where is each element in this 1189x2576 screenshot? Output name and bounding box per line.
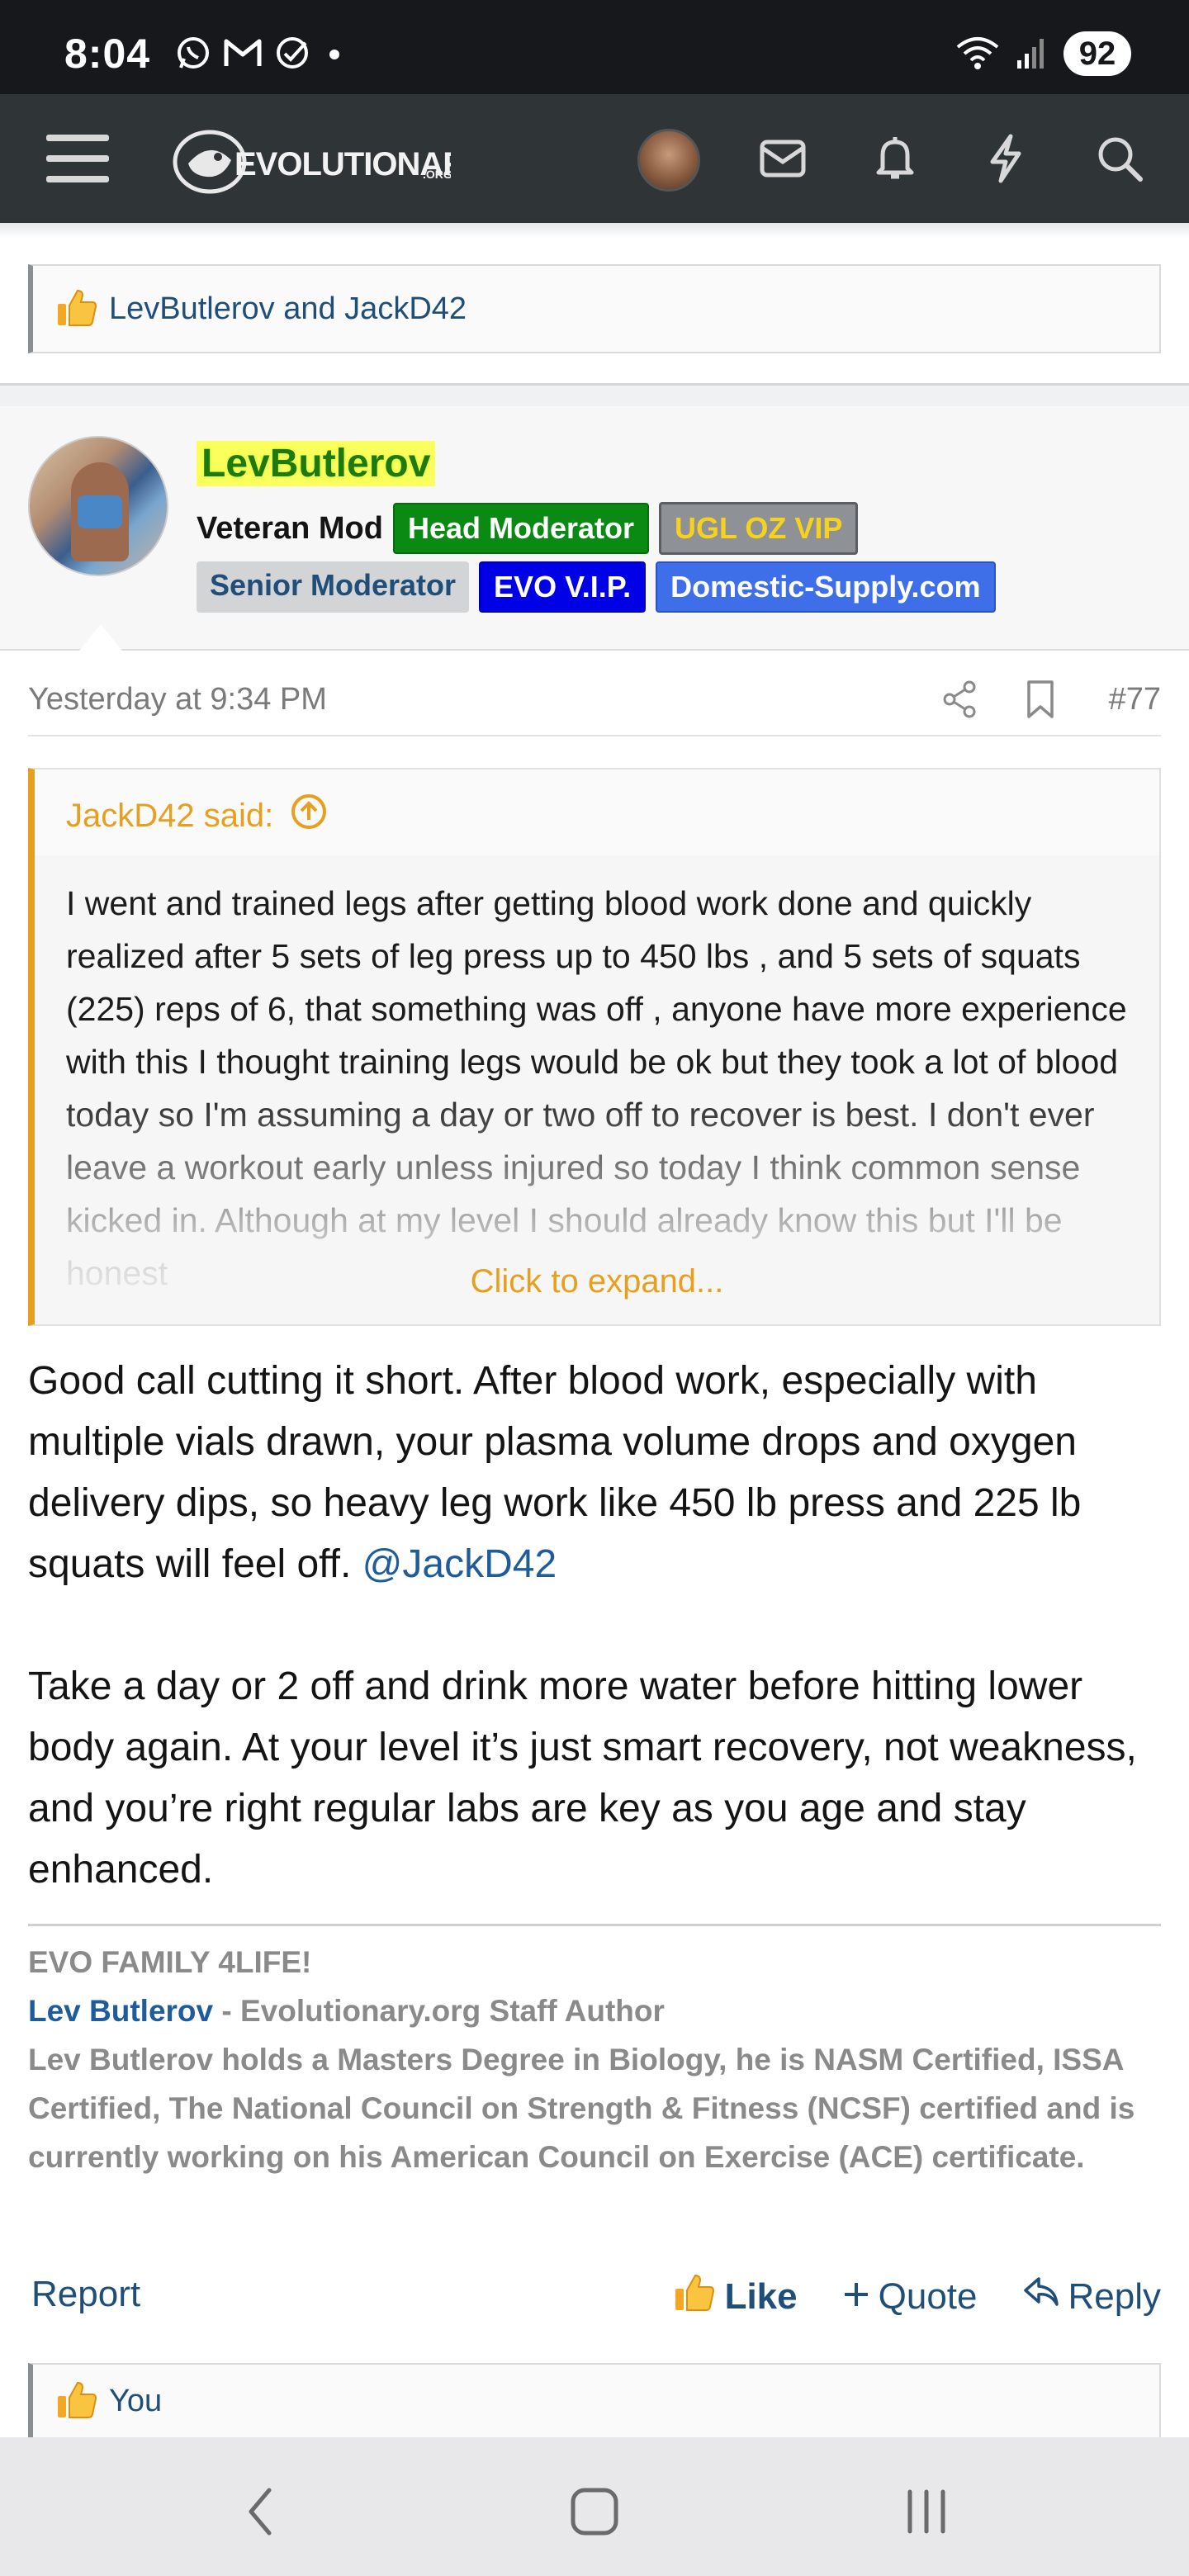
- reply-arrow-icon: [1022, 2275, 1060, 2318]
- back-icon[interactable]: [228, 2479, 294, 2545]
- site-logo[interactable]: EVOLUTIONARY .ORG: [170, 119, 488, 201]
- logo-text: EVOLUTIONARY: [234, 146, 451, 182]
- thumbs-up-icon: [54, 2378, 97, 2425]
- user-title: Veteran Mod: [197, 510, 383, 546]
- wifi-icon: [955, 34, 1001, 74]
- banner-head-moderator: Head Moderator: [392, 503, 649, 554]
- menu-icon[interactable]: [46, 127, 109, 190]
- reactions-text[interactable]: LevButlerov and JackD42: [109, 291, 467, 327]
- report-link[interactable]: Report: [31, 2274, 140, 2315]
- post-number[interactable]: #77: [1109, 682, 1161, 717]
- quote-button[interactable]: Quote: [842, 2276, 978, 2318]
- post-body: Good call cutting it short. After blood …: [28, 1351, 1161, 1901]
- inbox-icon[interactable]: [751, 127, 814, 190]
- signature: EVO FAMILY 4LIFE! Lev Butlerov - Evoluti…: [28, 1924, 1161, 2181]
- reply-button[interactable]: Reply: [1022, 2275, 1161, 2318]
- dot-icon: [322, 35, 347, 75]
- system-nav-bar: [0, 2437, 1189, 2576]
- whatsapp-icon: [175, 35, 211, 75]
- post-date[interactable]: Yesterday at 9:34 PM: [28, 682, 327, 717]
- plus-icon: [842, 2276, 870, 2318]
- thumbs-up-icon: [54, 286, 97, 333]
- avatar[interactable]: [637, 129, 700, 192]
- post-actions: Report Like Quote Reply: [28, 2262, 1161, 2328]
- post-paragraph-2: Take a day or 2 off and drink more water…: [28, 1664, 1137, 1892]
- status-time: 8:04: [64, 31, 151, 77]
- username[interactable]: LevButlerov: [197, 441, 436, 486]
- bolt-icon[interactable]: [974, 127, 1037, 190]
- search-icon[interactable]: [1088, 127, 1151, 190]
- like-button[interactable]: Like: [672, 2271, 798, 2323]
- post-paragraph-1: Good call cutting it short. After blood …: [28, 1359, 1082, 1586]
- arrow-up-circle-icon[interactable]: [290, 793, 328, 839]
- banner-domestic-supply: Domestic-Supply.com: [656, 561, 996, 613]
- signature-line1: EVO FAMILY 4LIFE!: [28, 1945, 312, 1979]
- top-navbar: EVOLUTIONARY .ORG: [0, 94, 1189, 223]
- click-to-expand-link[interactable]: Click to expand...: [35, 1263, 1159, 1300]
- quote-block: JackD42 said: I went and trained legs af…: [28, 768, 1161, 1326]
- own-reaction-text[interactable]: You: [109, 2384, 162, 2419]
- quote-author[interactable]: JackD42 said:: [66, 793, 328, 839]
- logo-suffix: .ORG: [423, 168, 451, 181]
- banner-evo-vip: EVO V.I.P.: [479, 561, 647, 613]
- bell-icon[interactable]: [864, 127, 926, 190]
- user-avatar[interactable]: [28, 436, 168, 576]
- post-meta: Yesterday at 9:34 PM #77: [28, 679, 1161, 736]
- share-icon[interactable]: [941, 679, 978, 724]
- signal-icon: [1016, 34, 1049, 74]
- own-reaction-bar[interactable]: You: [28, 2363, 1161, 2437]
- home-icon[interactable]: [561, 2479, 628, 2545]
- mention-link[interactable]: @JackD42: [362, 1542, 557, 1586]
- signature-author-link[interactable]: Lev Butlerov: [28, 1994, 213, 2028]
- banner-ugl-oz-vip: UGL OZ VIP: [659, 502, 859, 555]
- check-circle-icon: [274, 35, 310, 75]
- signature-bio: Lev Butlerov holds a Masters Degree in B…: [28, 2043, 1135, 2174]
- banner-senior-moderator: Senior Moderator: [197, 561, 470, 613]
- thumbs-up-icon: [672, 2271, 715, 2323]
- gmail-icon: [223, 36, 263, 73]
- reactions-bar[interactable]: LevButlerov and JackD42: [28, 264, 1161, 353]
- status-bar: 8:04 92: [0, 0, 1189, 94]
- signature-role: - Evolutionary.org Staff Author: [213, 1994, 665, 2028]
- battery-indicator: 92: [1063, 31, 1131, 76]
- recents-icon[interactable]: [893, 2479, 959, 2545]
- post-user-header: LevButlerov Veteran Mod Head Moderator U…: [0, 406, 1189, 651]
- bookmark-icon[interactable]: [1024, 679, 1057, 724]
